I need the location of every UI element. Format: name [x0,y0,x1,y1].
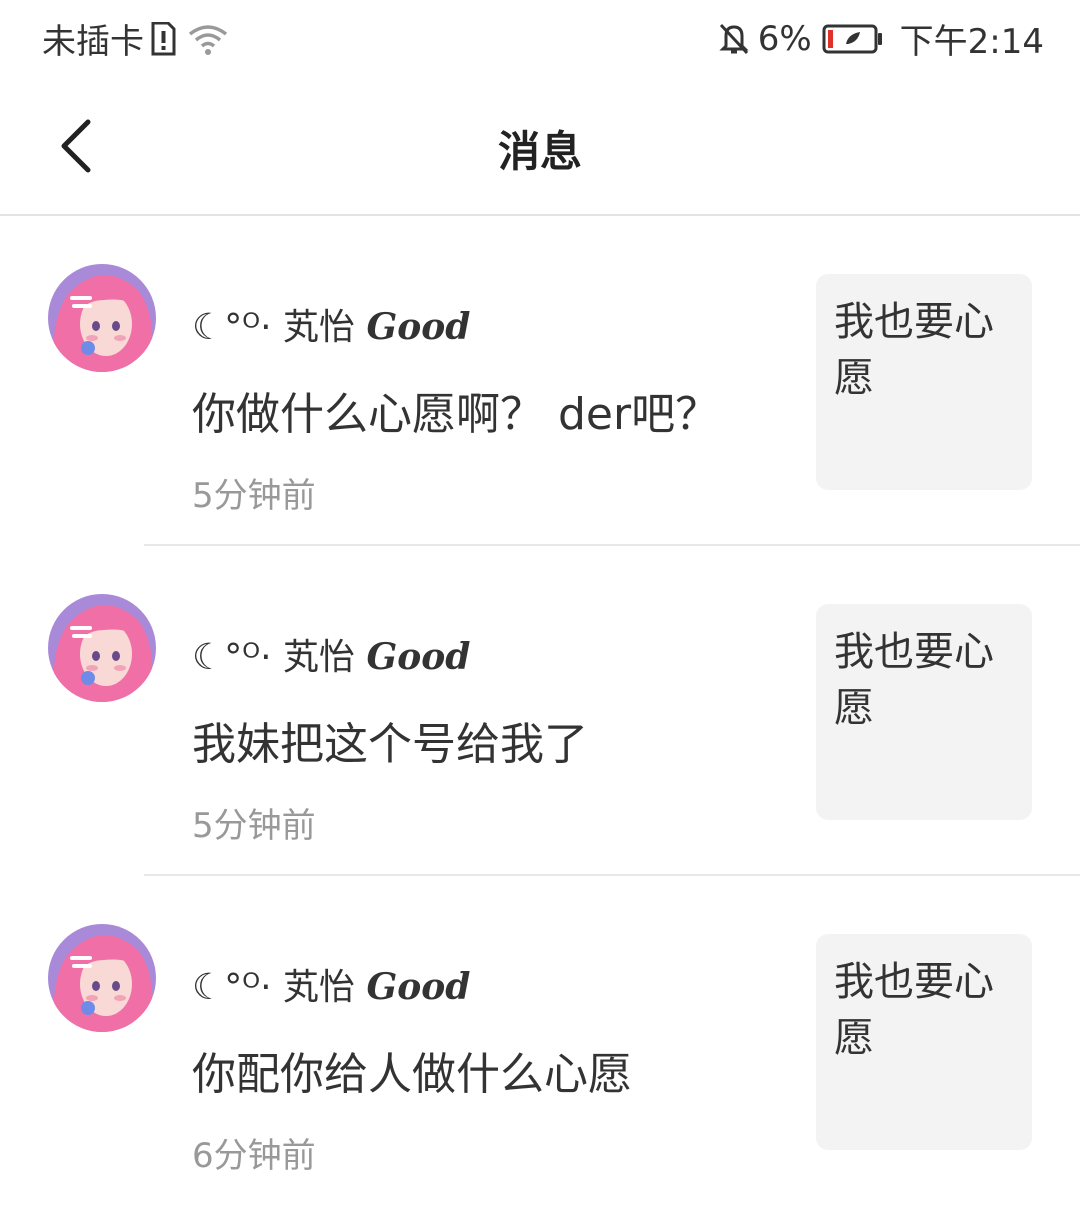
wish-card[interactable]: 我也要心愿 [816,604,1032,820]
username-decoration: Good [366,966,471,1008]
clock-time: 下午2:14 [899,22,1044,62]
username[interactable]: ☾°ᴼ· 芄怡 Good [192,958,470,1010]
username[interactable]: ☾°ᴼ· 芄怡 Good [192,628,470,680]
username-text: ☾°ᴼ· 芄怡 [192,967,356,1008]
message-time: 5分钟前 [192,476,316,516]
username-text: ☾°ᴼ· 芄怡 [192,637,356,678]
username-decoration: Good [366,636,471,678]
status-bar-right: 6% 下午2:14 [718,14,1044,63]
username-decoration: Good [366,306,471,348]
wish-card[interactable]: 我也要心愿 [816,934,1032,1150]
username-text: ☾°ᴼ· 芄怡 [192,307,356,348]
avatar[interactable] [48,924,156,1032]
list-item[interactable]: ☾°ᴼ· 芄怡 Good 你配你给人做什么心愿 6分钟前 我也要心愿 [0,876,1080,1206]
message-text: 你配你给人做什么心愿 [192,1049,632,1100]
mute-bell-icon [718,22,750,56]
status-bar-left: 未插卡 [42,14,228,63]
avatar[interactable] [48,264,156,372]
list-item[interactable]: ☾°ᴼ· 芄怡 Good 你做什么心愿啊？ der吧？ 5分钟前 我也要心愿 [0,216,1080,546]
carrier-text: 未插卡 [42,22,144,62]
avatar[interactable] [48,594,156,702]
wish-card[interactable]: 我也要心愿 [816,274,1032,490]
nav-header: 消息 [0,78,1080,216]
username[interactable]: ☾°ᴼ· 芄怡 Good [192,298,470,350]
message-time: 6分钟前 [192,1136,316,1176]
sim-alert-icon [150,21,176,56]
message-time: 5分钟前 [192,806,316,846]
status-bar: 未插卡 6% 下午2:14 [0,0,1080,78]
wifi-icon [188,22,228,56]
list-item[interactable]: ☾°ᴼ· 芄怡 Good 我妹把这个号给我了 5分钟前 我也要心愿 [0,546,1080,876]
page-title: 消息 [497,127,582,176]
message-list[interactable]: ☾°ᴼ· 芄怡 Good 你做什么心愿啊？ der吧？ 5分钟前 我也要心愿 ☾… [0,216,1080,1206]
message-text: 我妹把这个号给我了 [192,719,588,770]
battery-percent: 6% [757,18,812,59]
message-text: 你做什么心愿啊？ der吧？ [192,389,720,440]
battery-icon [822,24,884,54]
